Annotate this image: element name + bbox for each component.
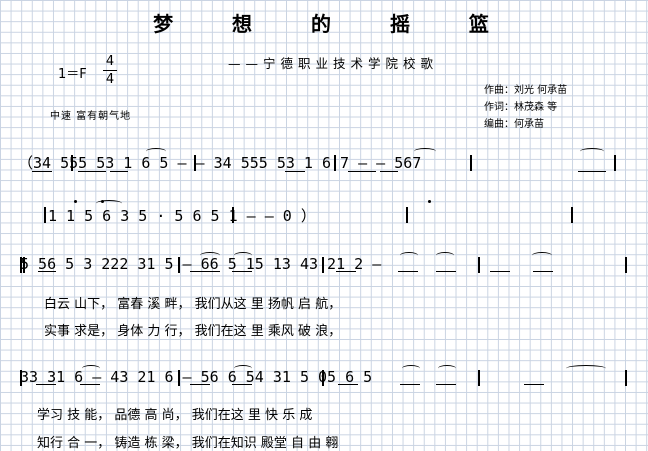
bar-line — [571, 207, 573, 223]
bar-line — [625, 370, 627, 386]
beam-underline — [336, 271, 356, 272]
song-title: 梦 想 的 摇 篮 — [153, 12, 515, 36]
beam-underline — [578, 171, 606, 172]
repeat-bar-line — [23, 257, 25, 273]
bar-line — [470, 155, 472, 171]
bar-line — [194, 155, 196, 171]
beam-underline — [36, 384, 56, 385]
bar-line — [406, 207, 408, 223]
tie-slur — [438, 365, 456, 372]
repeat-bar-line — [20, 257, 22, 273]
beam-underline — [400, 384, 420, 385]
tie-slur — [402, 365, 420, 372]
credit-composer: 作曲：刘光 何承苗 — [484, 85, 568, 96]
beam-underline — [32, 171, 52, 172]
time-signature-denominator: 4 — [105, 72, 115, 87]
bar-line — [614, 155, 616, 171]
tie-slur — [566, 365, 606, 372]
beam-underline — [338, 384, 358, 385]
tie-slur — [532, 252, 552, 259]
beam-underline — [436, 384, 456, 385]
beam-underline — [38, 271, 56, 272]
tie-slur — [400, 252, 418, 259]
song-subtitle: ——宁德职业技术学院校歌 — [228, 56, 439, 71]
bar-line — [322, 257, 324, 273]
bar-line — [20, 370, 22, 386]
lyric-line-2: 实事 求是， 身体 力 行， 我们在这 里 乘风 破 浪， — [44, 324, 342, 339]
bar-line — [334, 155, 336, 171]
beam-underline — [524, 384, 544, 385]
beam-underline — [232, 271, 252, 272]
lyric-line-3: 学习 技 能， 品德 高 尚， 我们在这 里 快 乐 成 — [37, 408, 313, 423]
beam-underline — [533, 271, 553, 272]
beam-underline — [380, 171, 398, 172]
bar-line — [478, 257, 480, 273]
tie-slur — [82, 365, 100, 372]
beam-underline — [80, 384, 100, 385]
bar-line — [625, 257, 627, 273]
beam-underline — [110, 171, 128, 172]
octave-dot — [74, 200, 77, 203]
tie-slur — [146, 148, 166, 155]
credits: 作曲：刘光 何承苗 作词：林茂森 等 编曲：何承苗 — [484, 82, 567, 133]
lyric-line-4: 知行 合 一， 铸造 栋 梁， 我们在知识 殿堂 自 由 翱 — [37, 436, 339, 451]
octave-dot — [101, 200, 104, 203]
beam-underline — [348, 171, 376, 172]
lyric-line-1: 白云 山下， 富春 溪 畔， 我们从这 里 扬帆 启 航， — [44, 297, 342, 312]
tie-slur — [580, 148, 604, 155]
beam-underline — [190, 271, 220, 272]
tie-slur — [96, 200, 122, 207]
octave-dot — [428, 200, 431, 203]
time-signature: 4 4 — [103, 53, 117, 88]
beam-underline — [232, 384, 252, 385]
beam-underline — [78, 171, 106, 172]
tie-slur — [414, 148, 436, 155]
tie-slur — [436, 252, 454, 259]
credit-arranger: 编曲：何承苗 — [484, 119, 544, 130]
bar-line — [232, 207, 234, 223]
beam-underline — [398, 271, 418, 272]
beam-underline — [490, 271, 510, 272]
beam-underline — [190, 384, 210, 385]
bar-line — [478, 370, 480, 386]
tempo-marking: 中速 富有朝气地 — [50, 111, 132, 122]
tie-slur — [234, 365, 252, 372]
notation-line-2: 1 1 5 6 3 5 · 5 6 5 1 — — 0 ） — [48, 207, 316, 225]
bar-line — [71, 155, 73, 171]
tie-slur — [200, 252, 220, 259]
key-signature: 1＝F — [58, 67, 87, 82]
bar-line — [44, 207, 46, 223]
notation-line-1: （34 555 53 1 6 5 — — 34 555 53 1 6 7 — —… — [18, 154, 422, 172]
bar-line — [178, 257, 180, 273]
bar-line — [322, 370, 324, 386]
beam-underline — [285, 171, 305, 172]
credit-lyricist: 作词：林茂森 等 — [484, 102, 558, 113]
beam-underline — [436, 271, 456, 272]
time-signature-numerator: 4 — [103, 53, 117, 71]
bar-line — [178, 370, 180, 386]
tie-slur — [234, 252, 252, 259]
